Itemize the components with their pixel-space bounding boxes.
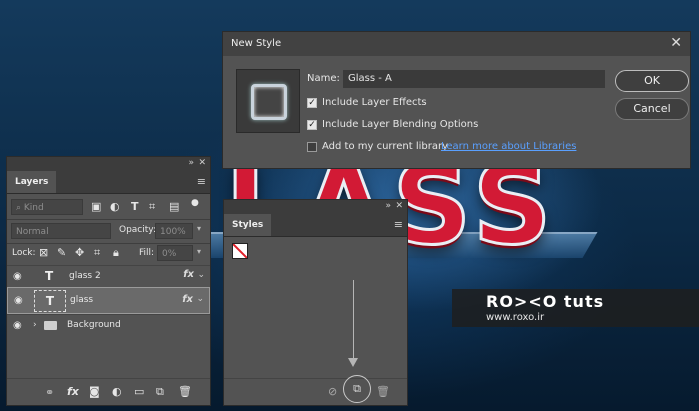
divider	[7, 243, 210, 244]
opacity-field[interactable]: 100%	[155, 223, 193, 239]
close-icon[interactable]: ✕	[670, 35, 682, 51]
lock-all-icon[interactable]: 🔒︎	[113, 247, 119, 258]
new-style-dialog: New Style ✕ Name: Glass - A ✓ Include La…	[222, 31, 691, 169]
chevron-down-icon[interactable]: ▾	[197, 248, 201, 256]
text-layer-thumbnail: T	[34, 290, 66, 312]
add-library-checkbox[interactable]	[307, 142, 317, 152]
divider	[7, 219, 210, 220]
include-blending-label: Include Layer Blending Options	[322, 119, 479, 130]
trash-icon[interactable]: 🗑︎	[376, 386, 390, 397]
include-effects-checkbox[interactable]: ✓	[307, 98, 317, 108]
layer-name: Background	[67, 320, 121, 330]
visibility-eye-icon[interactable]: ◉	[13, 320, 22, 331]
folder-icon[interactable]: ▭	[134, 386, 144, 397]
panel-menu-icon[interactable]: ≡	[197, 175, 206, 188]
search-icon: ⌕	[16, 203, 24, 213]
name-field[interactable]: Glass - A	[343, 70, 605, 88]
ok-button[interactable]: OK	[615, 70, 689, 92]
text-layer-icon: T	[45, 269, 54, 283]
fx-icon[interactable]: fx	[67, 386, 79, 397]
preview-swatch	[251, 84, 287, 120]
mask-icon[interactable]: ◙	[89, 386, 100, 397]
layer-name: glass	[70, 295, 94, 305]
watermark-banner: RO><O tuts www.roxo.ir	[452, 289, 699, 327]
trash-icon[interactable]: 🗑︎	[178, 386, 192, 397]
styles-panel: » ✕ Styles ≡ ⊘ ⧉ 🗑︎	[223, 199, 408, 406]
no-style-slash-icon	[233, 244, 247, 258]
collapse-icon[interactable]: »	[385, 201, 391, 211]
lock-label: Lock:	[12, 248, 36, 258]
kind-label: Kind	[23, 203, 44, 213]
cancel-button[interactable]: Cancel	[615, 98, 689, 120]
watermark-url: www.roxo.ir	[486, 312, 545, 323]
text-filter-icon[interactable]: T	[131, 201, 139, 212]
move-icon[interactable]: ✥	[75, 247, 84, 258]
include-blending-checkbox[interactable]: ✓	[307, 120, 317, 130]
collapse-icon[interactable]: »	[188, 158, 194, 168]
adjustment-filter-icon[interactable]: ◐	[110, 201, 120, 212]
close-panel-icon[interactable]: ✕	[198, 158, 206, 168]
watermark-brand: RO><O tuts	[486, 292, 605, 311]
styles-tabbar: Styles ≡	[224, 214, 407, 237]
kind-filter[interactable]: ⌕ Kind	[11, 199, 83, 215]
fill-label: Fill:	[139, 248, 155, 258]
default-style-swatch[interactable]	[232, 243, 248, 259]
clear-style-icon[interactable]: ⊘	[328, 386, 337, 397]
tab-styles[interactable]: Styles	[224, 214, 272, 236]
close-panel-icon[interactable]: ✕	[395, 201, 403, 211]
new-layer-icon[interactable]: ⧉	[156, 386, 164, 397]
smart-object-filter-icon[interactable]: ▤	[169, 201, 179, 212]
chevron-down-icon[interactable]: ⌄	[196, 294, 204, 304]
layer-row[interactable]: ◉ › Background	[7, 314, 210, 336]
learn-more-link[interactable]: Learn more about Libraries	[441, 141, 576, 152]
tab-layers[interactable]: Layers	[7, 171, 57, 193]
fill-field[interactable]: 0%	[157, 245, 193, 261]
layer-row-selected[interactable]: ◉ T glass fx ⌄	[7, 287, 210, 314]
layers-panel: » ✕ Layers ≡ ⌕ Kind ▣ ◐ T ⌗ ▤ ● Normal O…	[6, 156, 211, 406]
new-style-button[interactable]: ⧉	[343, 375, 371, 403]
link-icon[interactable]: ⚭	[45, 387, 54, 398]
shape-filter-icon[interactable]: ⌗	[149, 201, 155, 212]
chevron-down-icon[interactable]: ▾	[197, 225, 201, 233]
arrow-head-icon	[348, 358, 358, 367]
expand-chevron-icon[interactable]: ›	[33, 320, 37, 330]
name-label: Name:	[307, 73, 340, 84]
dialog-titlebar: New Style ✕	[223, 32, 690, 56]
brush-icon[interactable]: ✎	[57, 247, 66, 258]
styles-bottom-toolbar: ⊘ ⧉ 🗑︎	[224, 375, 407, 405]
fx-icon[interactable]: fx	[183, 269, 194, 280]
layers-bottom-toolbar: ⚭ fx ◙ ◐ ▭ ⧉ 🗑︎	[7, 378, 210, 405]
add-library-label: Add to my current library	[322, 141, 449, 152]
lock-pixels-icon[interactable]: ⊠	[39, 247, 48, 258]
include-effects-label: Include Layer Effects	[322, 97, 427, 108]
image-filter-icon[interactable]: ▣	[91, 201, 101, 212]
visibility-eye-icon[interactable]: ◉	[14, 295, 23, 306]
styles-panel-topbar: » ✕	[224, 200, 407, 214]
visibility-eye-icon[interactable]: ◉	[13, 271, 22, 282]
fx-icon[interactable]: fx	[182, 294, 193, 305]
blend-mode-select[interactable]: Normal	[11, 223, 111, 239]
layer-row[interactable]: ◉ T glass 2 fx ⌄	[7, 265, 210, 287]
style-preview	[236, 69, 300, 133]
chevron-down-icon[interactable]: ⌄	[197, 270, 205, 280]
artboard-icon[interactable]: ⌗	[94, 247, 100, 258]
opacity-label: Opacity:	[119, 225, 156, 235]
layers-panel-topbar: » ✕	[7, 157, 210, 171]
dialog-title: New Style	[231, 38, 282, 49]
filter-toggle-icon[interactable]: ●	[191, 199, 199, 208]
folder-icon	[44, 321, 57, 330]
adjustment-icon[interactable]: ◐	[112, 386, 122, 397]
layer-name: glass 2	[69, 271, 101, 281]
arrow-line	[353, 280, 354, 362]
layers-tabbar: Layers ≡	[7, 171, 210, 194]
panel-menu-icon[interactable]: ≡	[394, 218, 403, 231]
